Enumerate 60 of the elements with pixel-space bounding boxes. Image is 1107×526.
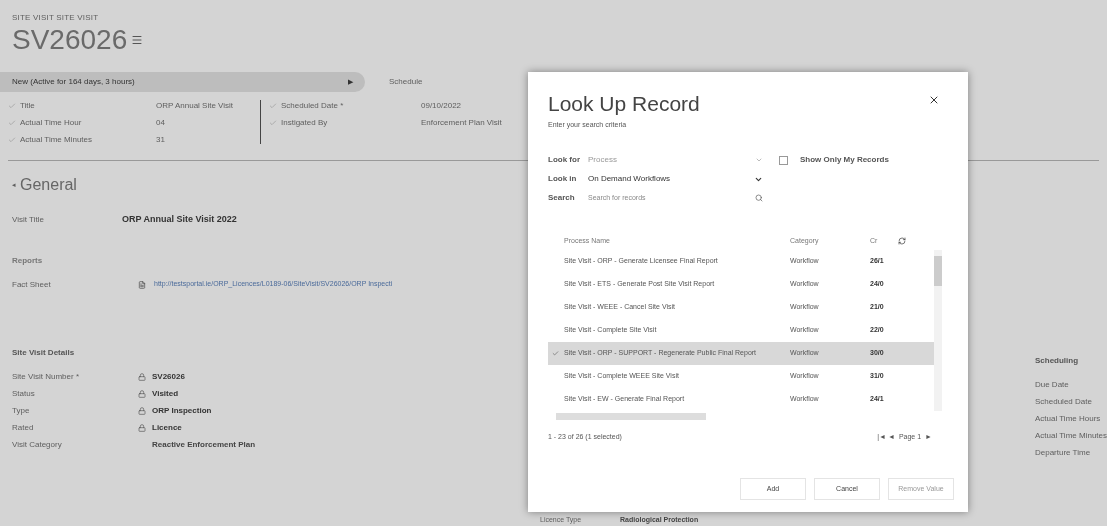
field-label: Visit Category bbox=[12, 438, 63, 451]
field-label: Scheduled Date bbox=[1034, 396, 1093, 408]
field-label: Actual Time Hour bbox=[20, 117, 83, 129]
entity-label: SITE VISIT SITE VISIT bbox=[12, 12, 99, 24]
check-icon bbox=[8, 102, 16, 110]
menu-icon[interactable] bbox=[131, 34, 144, 46]
field-value: Visited bbox=[152, 387, 179, 400]
field-value: Enforcement Plan Visit bbox=[421, 117, 502, 129]
group-heading: Scheduling bbox=[1034, 355, 1079, 367]
field-label: Status bbox=[12, 387, 36, 400]
checkbox-square[interactable] bbox=[779, 155, 788, 165]
field-value: 04 bbox=[156, 117, 165, 129]
check-icon bbox=[269, 119, 277, 127]
field-value: 31 bbox=[156, 134, 165, 146]
only-mine-checkbox[interactable]: Show Only My Records bbox=[779, 154, 889, 166]
lock-icon bbox=[138, 423, 146, 432]
field-label: Visit Title bbox=[12, 213, 45, 226]
lock-icon bbox=[138, 406, 146, 415]
field-value: ORP Annual Site Visit bbox=[156, 100, 234, 112]
field-value: Licence bbox=[152, 421, 182, 434]
field-value: ORP Annual Site Visit 2022 bbox=[122, 213, 237, 226]
horizontal-scrollbar[interactable] bbox=[556, 413, 706, 420]
close-icon[interactable] bbox=[928, 94, 940, 106]
search-icon[interactable] bbox=[755, 194, 763, 202]
check-icon bbox=[8, 136, 16, 144]
field-value: 09/10/2022 bbox=[421, 100, 462, 112]
record-title: SV26026 bbox=[12, 24, 128, 56]
lock-icon bbox=[138, 372, 146, 381]
field-value: Reactive Enforcement Plan bbox=[152, 438, 256, 451]
field-value: ORP Inspection bbox=[152, 404, 212, 417]
group-heading: Reports bbox=[12, 254, 43, 267]
field-label: Look in bbox=[548, 173, 578, 185]
next-stage[interactable]: Schedule bbox=[389, 76, 423, 88]
field-label: Instigated By bbox=[281, 117, 329, 129]
field-label: Rated bbox=[12, 421, 35, 434]
field-label: Site Visit Number * bbox=[12, 370, 80, 383]
field-label: Actual Time Minutes bbox=[20, 134, 94, 146]
field-label: Look for bbox=[548, 154, 581, 166]
field-label: Due Date bbox=[1034, 379, 1070, 391]
field-label: Type bbox=[12, 404, 31, 417]
dialog-title: Look Up Record bbox=[548, 91, 700, 117]
check-icon bbox=[552, 350, 559, 357]
field-label: Search bbox=[548, 192, 576, 204]
chevron-icon bbox=[755, 156, 763, 164]
field-label: Fact Sheet bbox=[12, 278, 52, 291]
refresh-icon[interactable] bbox=[898, 237, 906, 245]
check-icon bbox=[8, 119, 16, 127]
field-value: SV26026 bbox=[152, 370, 185, 383]
section-title: General bbox=[20, 175, 77, 195]
document-icon bbox=[138, 280, 146, 289]
field-label: Title bbox=[20, 100, 36, 112]
vertical-scrollbar[interactable] bbox=[934, 250, 942, 411]
field-label: Actual Time Hours bbox=[1034, 413, 1102, 425]
check-icon bbox=[269, 102, 277, 110]
group-heading: Site Visit Details bbox=[12, 346, 75, 359]
field-label: Departure Time bbox=[1034, 447, 1092, 459]
field-label: Scheduled Date * bbox=[281, 100, 345, 112]
lock-icon bbox=[138, 389, 146, 398]
field-label: Actual Time Minutes bbox=[1034, 430, 1107, 442]
look-in-select[interactable]: On Demand Workflows bbox=[588, 173, 763, 185]
